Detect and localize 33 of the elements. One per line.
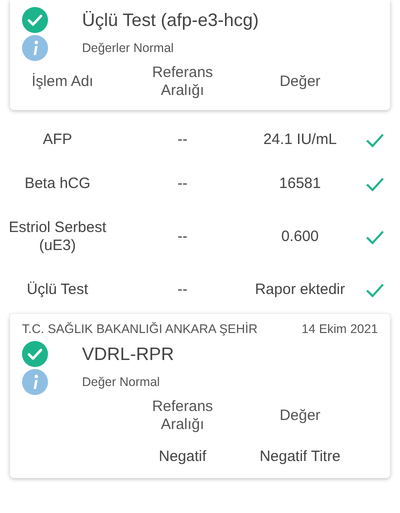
check-circle-icon	[22, 341, 48, 367]
info-icon	[22, 369, 48, 395]
info-icon	[22, 35, 48, 61]
reference-range: Negatif	[158, 448, 208, 466]
test-title: VDRL-RPR	[82, 344, 174, 364]
test-name: Beta hCG	[24, 175, 90, 192]
column-header: Referans Aralığı	[151, 398, 214, 434]
column-header: İşlem Adı	[32, 73, 94, 90]
test-value: 16581	[278, 175, 322, 193]
status-text: Değerler Normal	[82, 41, 174, 55]
test-value: 0.600	[280, 228, 320, 246]
test-name: Estriol Serbest (uE3)	[8, 219, 106, 254]
hospital-name: T.C. SAĞLIK BAKANLIĞI ANKARA ŞEHİR	[22, 322, 258, 336]
check-circle-icon	[22, 7, 48, 33]
test-value: Negatif Titre	[258, 448, 342, 466]
test-name: AFP	[42, 131, 72, 148]
test-name: Üçlü Test	[26, 281, 88, 298]
check-icon	[365, 229, 385, 245]
check-icon	[365, 132, 385, 148]
check-icon	[365, 282, 385, 298]
column-header: Referans Aralığı	[151, 64, 214, 100]
reference-range: --	[176, 131, 188, 149]
test-title: Üçlü Test (afp-e3-hcg)	[82, 10, 259, 30]
test-date: 14 Ekim 2021	[302, 322, 378, 336]
check-icon	[365, 176, 385, 192]
status-text: Değer Normal	[82, 375, 160, 389]
reference-range: --	[176, 228, 188, 246]
column-header: Değer	[278, 407, 322, 425]
reference-range: --	[176, 175, 188, 193]
test-value: 24.1 IU/mL	[262, 131, 338, 149]
test-value: Rapor ektedir	[254, 281, 346, 299]
column-header: Değer	[278, 73, 322, 91]
reference-range: --	[176, 281, 188, 299]
